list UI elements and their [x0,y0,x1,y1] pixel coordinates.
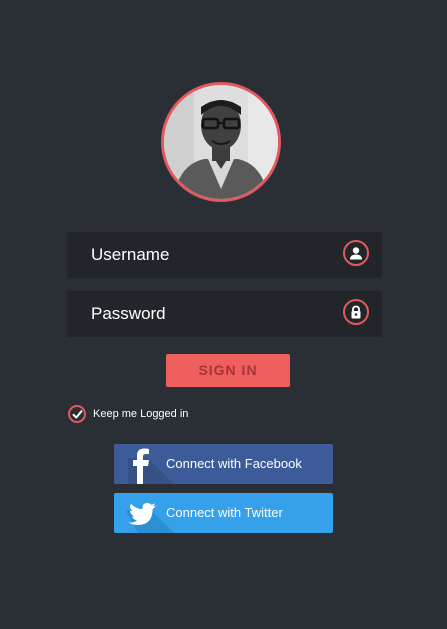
sign-in-button[interactable]: SIGN IN [166,354,290,387]
twitter-connect-label: Connect with Twitter [166,505,283,520]
remember-me-label: Keep me Logged in [93,408,189,420]
user-portrait [164,85,278,199]
user-icon [343,240,369,266]
checkmark-icon[interactable] [68,405,86,423]
username-input[interactable] [67,232,382,278]
avatar [161,82,281,202]
lock-icon [343,299,369,325]
password-input[interactable] [67,291,382,337]
twitter-icon [122,493,162,533]
facebook-icon [122,444,162,484]
username-field[interactable] [67,232,382,278]
facebook-connect-label: Connect with Facebook [166,456,302,471]
twitter-connect-button[interactable]: Connect with Twitter [114,493,333,533]
password-field[interactable] [67,291,382,337]
facebook-connect-button[interactable]: Connect with Facebook [114,444,333,484]
remember-me[interactable]: Keep me Logged in [68,404,188,424]
